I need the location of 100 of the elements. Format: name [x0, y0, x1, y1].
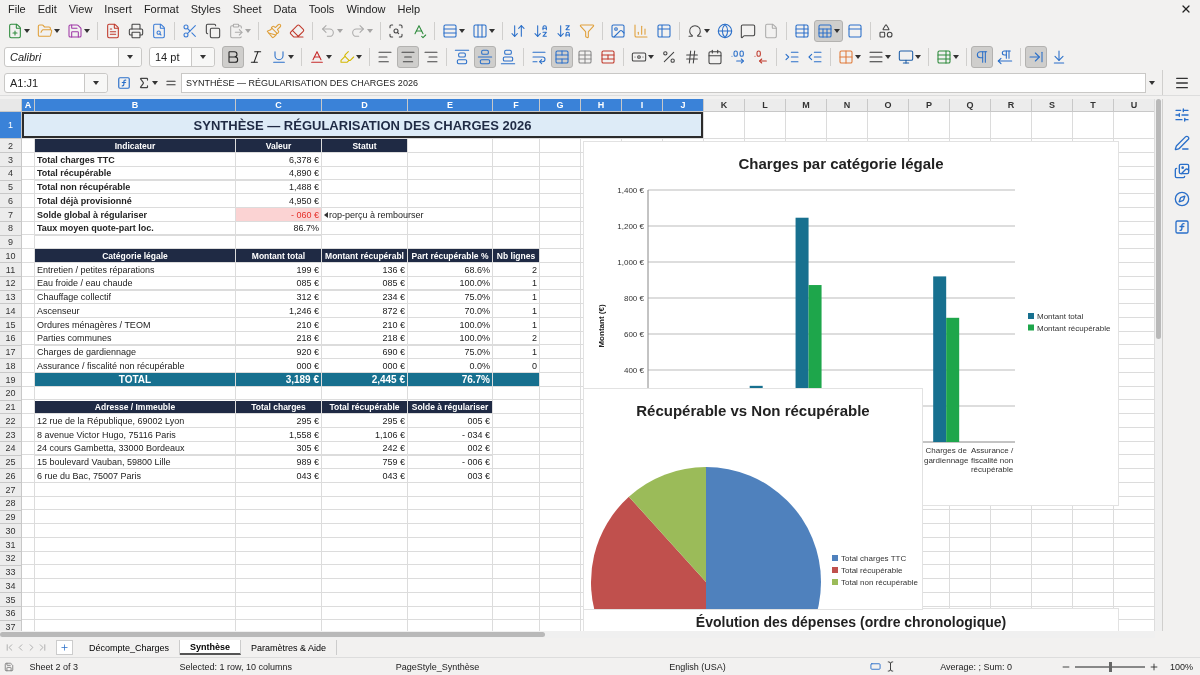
row-header[interactable]: 7	[0, 208, 22, 222]
sheet-tab[interactable]: Paramètres & Aide	[241, 640, 338, 656]
menu-item[interactable]: Help	[391, 2, 427, 15]
table-cell: 872 €	[322, 304, 408, 319]
table-cell: 68.6%	[408, 263, 493, 277]
table-cell: 1	[493, 304, 540, 319]
status-text: English (USA)	[669, 661, 726, 672]
table-cell: 3,189 €	[236, 373, 322, 387]
row-header[interactable]: 11	[0, 263, 22, 277]
table-cell: Total non récupérable	[35, 180, 236, 195]
menu-item[interactable]: Sheet	[226, 2, 268, 15]
table-cell: 210 €	[322, 318, 408, 332]
column-header[interactable]: B	[35, 99, 236, 113]
column-header[interactable]: Q	[950, 99, 991, 113]
table-cell: 218 €	[322, 331, 408, 346]
menu-item[interactable]: Edit	[31, 2, 63, 15]
row-header[interactable]: 35	[0, 593, 22, 607]
column-header[interactable]: I	[622, 99, 663, 113]
font-size-field[interactable]: 14 pt	[149, 47, 215, 67]
table-cell: 2,445 €	[322, 373, 408, 387]
column-header[interactable]: H	[581, 99, 622, 113]
column-header[interactable]: J	[663, 99, 704, 113]
axis-title: Montant (€)	[597, 304, 606, 348]
axis-label: Charges de gardiennage	[923, 446, 969, 465]
row-header[interactable]: 6	[0, 194, 22, 209]
table-cell: 2	[493, 331, 540, 346]
row-header[interactable]: 19	[0, 373, 22, 387]
column-heading: Valeur	[236, 139, 322, 154]
table-cell: Total déjà provisionné	[35, 194, 236, 209]
column-header[interactable]: A	[22, 99, 35, 113]
menu-item[interactable]: Format	[137, 2, 185, 15]
column-header[interactable]: M	[786, 99, 827, 113]
menu-item[interactable]: Styles	[184, 2, 227, 15]
column-heading: Part récupérable %	[408, 249, 493, 264]
table-cell: 210 €	[236, 318, 322, 332]
row-header[interactable]: 27	[0, 483, 22, 497]
table-cell: - 060 €	[236, 208, 322, 222]
table-cell: 305 €	[236, 441, 322, 456]
column-header[interactable]: R	[991, 99, 1032, 113]
sheet-tab[interactable]: Synthèse	[180, 640, 242, 656]
menu-item[interactable]: View	[62, 2, 99, 15]
table-cell: 242 €	[322, 441, 408, 456]
menu-item[interactable]: Insert	[98, 2, 138, 15]
row-header[interactable]: 31	[0, 538, 22, 552]
table-cell: 100.0%	[408, 276, 493, 291]
row-header[interactable]: 2	[0, 139, 22, 154]
column-heading: Adresse / Immeuble	[35, 400, 236, 415]
column-header[interactable]: G	[540, 99, 581, 113]
table-cell: 70.0%	[408, 304, 493, 319]
row-header[interactable]: 15	[0, 318, 22, 332]
column-header[interactable]: K	[704, 99, 745, 113]
row-header[interactable]: 23	[0, 428, 22, 442]
table-cell: 100.0%	[408, 318, 493, 332]
table-cell: 690 €	[322, 345, 408, 360]
table-cell: Entretien / petites réparations	[35, 263, 236, 277]
row-header[interactable]: 10	[0, 249, 22, 264]
table-cell: 1,246 €	[236, 304, 322, 319]
status-text: PageStyle_Synthèse	[395, 661, 480, 672]
table-cell: 100.0%	[408, 331, 493, 346]
table-cell: 085 €	[322, 276, 408, 291]
status-text: Sheet 2 of 3	[29, 661, 78, 672]
status-text: Average: ; Sum: 0	[940, 661, 1013, 672]
table-cell: - 006 €	[408, 455, 493, 470]
column-header[interactable]: L	[745, 99, 786, 113]
column-header[interactable]: T	[1073, 99, 1114, 113]
chart-title: Évolution des dépenses (ordre chronologique)	[694, 613, 1008, 631]
column-header[interactable]: F	[493, 99, 540, 113]
row-header[interactable]: 22	[0, 414, 22, 429]
table-cell: 1	[493, 345, 540, 360]
column-heading: Indicateur	[35, 139, 236, 154]
column-heading: Nb lignes	[493, 249, 540, 264]
column-header[interactable]: E	[408, 99, 493, 113]
column-header[interactable]: C	[236, 99, 322, 113]
column-heading: Total charges	[236, 400, 322, 415]
menu-item[interactable]: Tools	[302, 2, 341, 15]
column-header[interactable]: P	[909, 99, 950, 113]
chart-title: Charges par catégorie légale	[738, 155, 944, 173]
column-header[interactable]: U	[1114, 99, 1155, 113]
row-header[interactable]: 1	[0, 112, 22, 140]
name-box[interactable]: A1:J1	[4, 72, 108, 93]
menu-item[interactable]: File	[2, 2, 32, 15]
row-header[interactable]: 3	[0, 153, 22, 167]
zoom-level: 100%	[1170, 661, 1194, 672]
menu-item[interactable]: Data	[267, 2, 303, 15]
row-header[interactable]: 26	[0, 469, 22, 484]
formula-input[interactable]: SYNTHÈSE — RÉGULARISATION DES CHARGES 2026	[181, 72, 1146, 93]
table-cell: Ordures ménagères / TEOM	[35, 318, 236, 332]
column-heading: Solde à régulariser	[408, 400, 493, 415]
row-header[interactable]: 30	[0, 524, 22, 539]
column-header[interactable]: D	[322, 99, 408, 113]
row-header[interactable]: 14	[0, 304, 22, 319]
column-header[interactable]: O	[868, 99, 909, 113]
menu-item[interactable]: Window	[340, 2, 392, 15]
font-name-field[interactable]: Calibri	[4, 47, 142, 67]
table-cell: Total récupérable	[35, 166, 236, 181]
column-header[interactable]: N	[827, 99, 868, 113]
column-heading: Catégorie légale	[35, 249, 236, 264]
row-header[interactable]: 18	[0, 359, 22, 374]
column-header[interactable]: S	[1032, 99, 1073, 113]
row-header[interactable]: 34	[0, 579, 22, 594]
